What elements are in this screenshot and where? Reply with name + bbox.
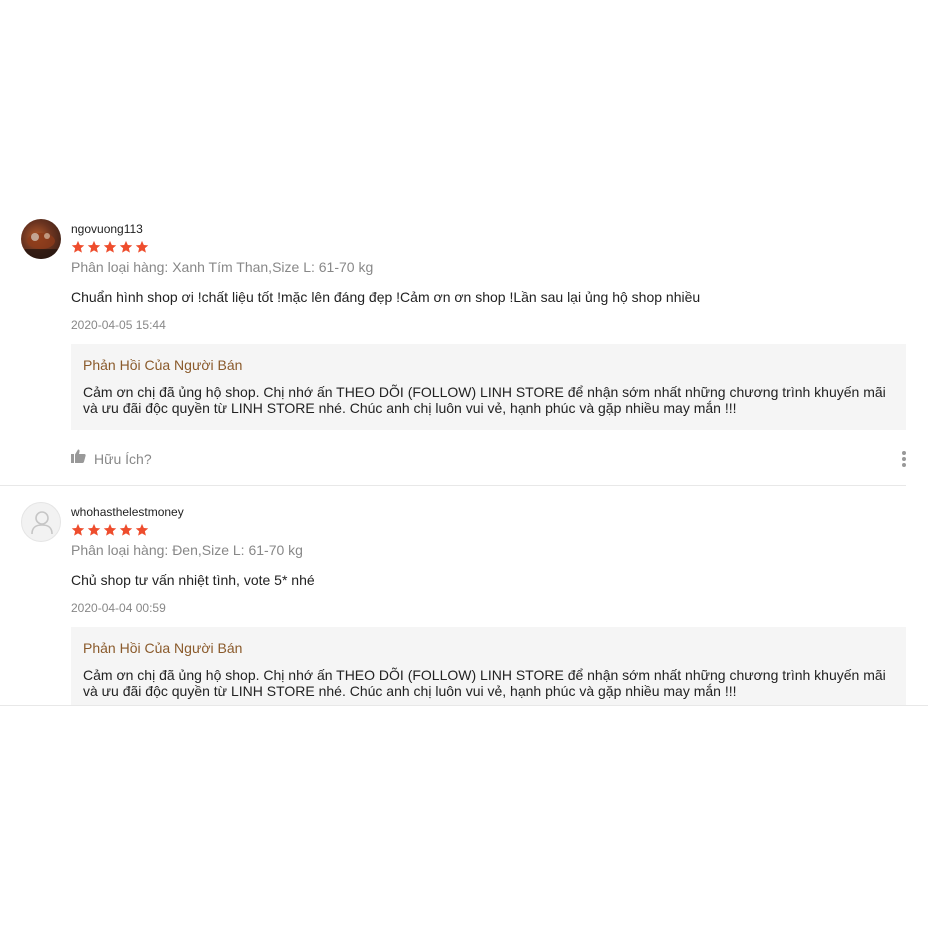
review-datetime: 2020-04-04 00:59 (71, 601, 166, 615)
avatar-photo (25, 233, 57, 259)
star-icon (71, 523, 85, 537)
more-vertical-icon[interactable] (900, 449, 908, 467)
review-item: whohasthelestmoney Phân loại hàng: Đen,S… (0, 499, 928, 705)
dot (902, 463, 906, 467)
seller-reply-line: Cảm ơn chị đã ủng hộ shop. Chị nhớ ấn TH… (83, 384, 886, 400)
dot (902, 451, 906, 455)
reviewer-username[interactable]: ngovuong113 (71, 222, 143, 236)
seller-reply: Phản Hồi Của Người Bán Cảm ơn chị đã ủng… (71, 344, 906, 430)
rating-stars (71, 523, 149, 537)
helpful-button[interactable]: Hữu Ích? (71, 449, 152, 468)
star-icon (71, 240, 85, 254)
review-datetime: 2020-04-05 15:44 (71, 318, 166, 332)
seller-reply-line: Cảm ơn chị đã ủng hộ shop. Chị nhớ ấn TH… (83, 667, 886, 683)
review-divider (0, 485, 906, 486)
product-variation: Phân loại hàng: Xanh Tím Than,Size L: 61… (71, 259, 374, 275)
star-icon (119, 240, 133, 254)
review-divider (0, 705, 928, 706)
user-icon (31, 511, 53, 535)
rating-stars (71, 240, 149, 254)
review-item: ngovuong113 Phân loại hàng: Xanh Tím Tha… (0, 216, 928, 486)
avatar[interactable] (21, 502, 61, 542)
helpful-label: Hữu Ích? (94, 450, 152, 467)
thumbs-up-icon (71, 449, 86, 468)
star-icon (103, 240, 117, 254)
star-icon (119, 523, 133, 537)
seller-reply-title: Phản Hồi Của Người Bán (83, 640, 243, 656)
star-icon (87, 240, 101, 254)
review-comment: Chủ shop tư vấn nhiệt tình, vote 5* nhé (71, 572, 315, 588)
seller-reply-line: và ưu đãi độc quyền từ LINH STORE nhé. C… (83, 683, 737, 699)
avatar[interactable] (21, 219, 61, 259)
seller-reply-line: và ưu đãi độc quyền từ LINH STORE nhé. C… (83, 400, 737, 416)
seller-reply-title: Phản Hồi Của Người Bán (83, 357, 243, 373)
star-icon (103, 523, 117, 537)
reviewer-username[interactable]: whohasthelestmoney (71, 505, 184, 519)
star-icon (135, 523, 149, 537)
dot (902, 457, 906, 461)
star-icon (135, 240, 149, 254)
review-comment: Chuẩn hình shop ơi !chất liệu tốt !mặc l… (71, 289, 701, 305)
seller-reply: Phản Hồi Của Người Bán Cảm ơn chị đã ủng… (71, 627, 906, 705)
star-icon (87, 523, 101, 537)
product-variation: Phân loại hàng: Đen,Size L: 61-70 kg (71, 542, 303, 558)
